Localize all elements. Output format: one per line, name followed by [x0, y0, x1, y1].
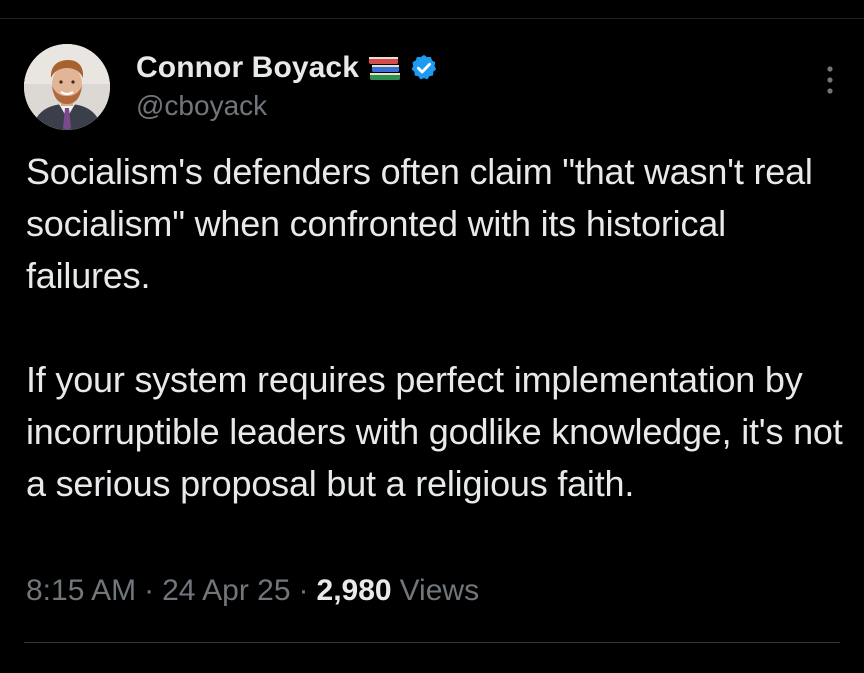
- top-divider: [0, 18, 864, 19]
- bottom-divider: [24, 642, 840, 643]
- tweet-text: Socialism's defenders often claim "that …: [26, 151, 843, 504]
- author-identity: Connor Boyack @cboyack: [136, 48, 439, 122]
- tweet-meta: 8:15 AM · 24 Apr 25 · 2,980 Views: [26, 574, 479, 608]
- more-options-icon[interactable]: [820, 62, 840, 98]
- verified-icon[interactable]: [409, 53, 439, 83]
- avatar-portrait-image: [24, 44, 110, 130]
- meta-separator: ·: [298, 574, 309, 607]
- views-label[interactable]: Views: [400, 574, 479, 608]
- tweet-detail-screen: Connor Boyack @cboyack Socialism's defen…: [0, 0, 864, 673]
- author-display-name[interactable]: Connor Boyack: [136, 51, 359, 85]
- tweet-date[interactable]: 24 Apr 25: [162, 574, 290, 608]
- name-row: Connor Boyack: [136, 48, 439, 88]
- books-icon: [367, 53, 403, 83]
- author-handle[interactable]: @cboyack: [136, 90, 439, 122]
- tweet-header: Connor Boyack @cboyack: [24, 44, 840, 130]
- tweet-time[interactable]: 8:15 AM: [26, 574, 136, 608]
- avatar[interactable]: [24, 44, 110, 130]
- views-count[interactable]: 2,980: [317, 574, 392, 608]
- meta-separator: ·: [144, 574, 155, 607]
